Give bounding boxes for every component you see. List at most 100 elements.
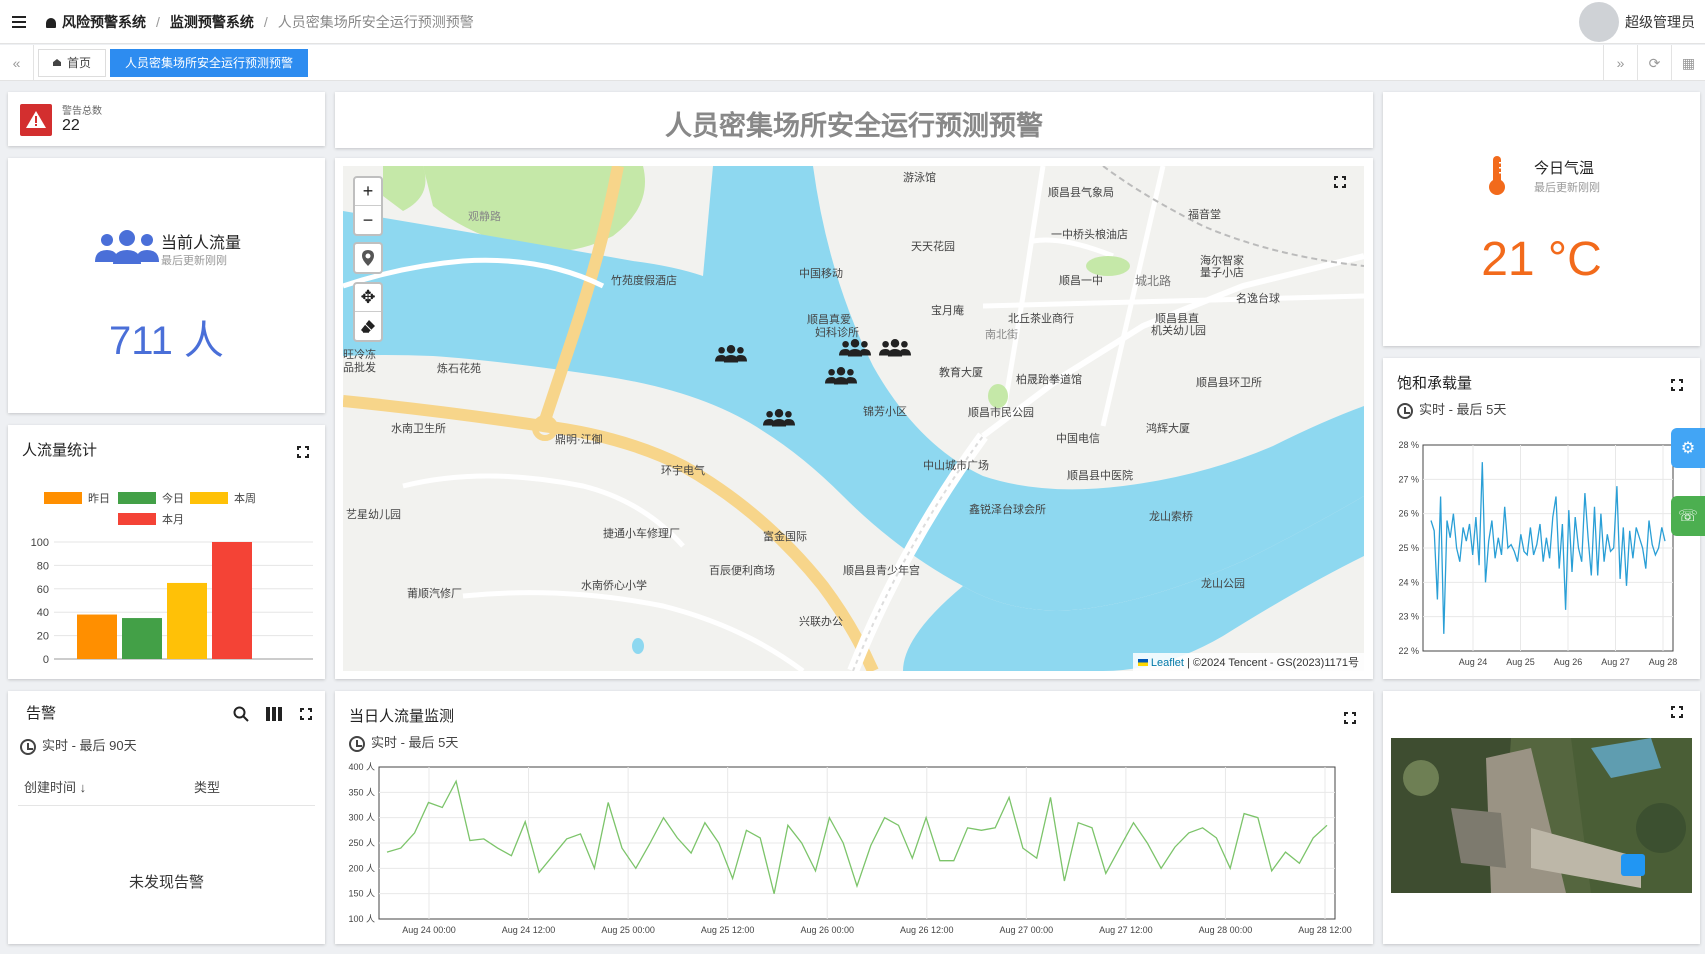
scroll-left-icon[interactable]: « <box>0 44 34 81</box>
legend-label: 本月 <box>162 512 184 526</box>
y-tick-label: 100 <box>31 537 49 549</box>
fullscreen-icon[interactable] <box>1671 379 1683 391</box>
legend-swatch <box>118 492 156 504</box>
zoom-in-button[interactable]: + <box>355 178 381 206</box>
leaflet-link[interactable]: Leaflet <box>1151 657 1184 669</box>
map-label[interactable]: 中国电信 <box>1056 430 1100 446</box>
crowd-marker-icon[interactable] <box>879 338 911 358</box>
breadcrumb-item-risk[interactable]: 风险预警系统 <box>62 12 146 32</box>
fullscreen-icon[interactable] <box>300 708 312 720</box>
map-label[interactable]: 观静路 <box>468 208 501 224</box>
map-label[interactable]: 捷通小车修理厂 <box>603 525 680 541</box>
current-flow-title: 当前人流量 <box>161 235 242 252</box>
map-label[interactable]: 百辰便利商场 <box>709 562 775 578</box>
column-header-type[interactable]: 类型 <box>194 777 220 796</box>
crowd-marker-icon[interactable] <box>763 408 795 428</box>
map-label[interactable]: 游泳馆 <box>903 169 936 185</box>
map-label[interactable]: 量子小店 <box>1200 264 1244 280</box>
map-label[interactable]: 一中桥头桹油店 <box>1051 226 1128 242</box>
current-flow-card: 当前人流量 最后更新刚刚 711 人 <box>8 158 325 413</box>
map-label[interactable]: 炼石花苑 <box>437 360 481 376</box>
x-tick-label: Aug 26 00:00 <box>800 925 854 935</box>
crowd-marker-icon[interactable] <box>715 344 747 364</box>
x-tick-label: Aug 27 <box>1601 657 1630 667</box>
map-label[interactable]: 艺星幼儿园 <box>346 506 401 522</box>
map-label[interactable]: 福音堂 <box>1188 206 1221 222</box>
map-label[interactable]: 天天花园 <box>911 238 955 254</box>
map-label[interactable]: 教育大厦 <box>939 364 983 380</box>
map-attribution: Leaflet | ©2024 Tencent - GS(2023)1171号 <box>1132 653 1364 671</box>
map-label[interactable]: 水南卫生所 <box>391 420 446 436</box>
search-icon[interactable] <box>233 706 249 722</box>
user-name[interactable]: 超级管理员 <box>1625 12 1695 32</box>
map-label[interactable]: 鼎明·江御 <box>555 431 603 447</box>
zoom-out-button[interactable]: − <box>355 206 381 234</box>
map-label[interactable]: 城北路 <box>1135 272 1171 289</box>
x-tick-label: Aug 25 00:00 <box>601 925 655 935</box>
map-label[interactable]: 龙山公园 <box>1201 575 1245 591</box>
map-label[interactable]: 宝月庵 <box>931 302 964 318</box>
map-label[interactable]: 中山城市广场 <box>923 457 989 473</box>
map-label[interactable]: 顺昌一中 <box>1059 272 1103 288</box>
map-label[interactable]: 中国移动 <box>799 265 843 281</box>
map-label[interactable]: 顺昌县环卫所 <box>1196 374 1262 390</box>
bar <box>122 618 162 659</box>
y-tick-label: 40 <box>37 607 49 619</box>
map-label[interactable]: 鑫锐泽台球会所 <box>969 501 1046 517</box>
tab-home[interactable]: 首页 <box>38 48 107 77</box>
assistant-button[interactable]: ☏ <box>1671 496 1705 536</box>
scroll-right-icon[interactable]: » <box>1603 45 1637 81</box>
map[interactable]: 游泳馆 顺昌县气象局 福音堂 观静路 一中桥头桹油店 天天花园 海尔智家 量子小店 竹苑度假酒店… <box>343 166 1364 671</box>
map-label[interactable]: 水南侨心小学 <box>581 577 647 593</box>
map-label[interactable]: 兴联办公 <box>799 613 843 629</box>
map-label[interactable]: 富金国际 <box>763 528 807 544</box>
map-label[interactable]: 机关幼儿园 <box>1151 322 1206 338</box>
eraser-icon[interactable] <box>355 312 381 340</box>
fullscreen-icon[interactable] <box>297 446 309 458</box>
map-label[interactable]: 环宇电气 <box>661 462 705 478</box>
map-label[interactable]: 顺昌县青少年宫 <box>843 562 920 578</box>
map-label[interactable]: 莆顺汽修厂 <box>407 585 462 601</box>
fullscreen-icon[interactable] <box>1671 706 1683 718</box>
daily-monitor-title: 当日人流量监测 <box>349 708 455 725</box>
fullscreen-icon[interactable] <box>1344 712 1356 724</box>
refresh-icon[interactable]: ⟳ <box>1637 45 1671 81</box>
bar <box>167 582 207 659</box>
bar <box>212 542 252 659</box>
tab-crowd-warning[interactable]: 人员密集场所安全运行预测预警 <box>110 48 309 77</box>
move-icon[interactable]: ✥ <box>355 284 381 312</box>
map-label[interactable]: 顺昌市民公园 <box>968 404 1034 420</box>
alarms-range: 实时 - 最后 90天 <box>20 735 137 755</box>
map-label[interactable]: 竹苑度假酒店 <box>611 272 677 288</box>
column-header-time[interactable]: 创建时间 ↓ <box>24 777 86 796</box>
map-label[interactable]: 北丘茶业商行 <box>1008 310 1074 326</box>
map-label[interactable]: 顺昌县气象局 <box>1048 184 1114 200</box>
map-label[interactable]: 名逸台球 <box>1236 290 1280 306</box>
crowd-marker-icon[interactable] <box>839 338 871 358</box>
avatar[interactable] <box>1579 2 1619 42</box>
bar <box>77 614 117 659</box>
map-label[interactable]: 品批发 <box>343 359 376 375</box>
grid-icon[interactable]: ▦ <box>1671 45 1705 81</box>
breadcrumb-item-monitor[interactable]: 监测预警系统 <box>170 12 254 32</box>
map-tiles[interactable] <box>343 166 1364 671</box>
page-title-card: 人员密集场所安全运行预测预警 <box>335 92 1373 148</box>
x-tick-label: Aug 25 12:00 <box>701 925 755 935</box>
map-pin-icon[interactable] <box>355 244 381 272</box>
y-tick-label: 100 人 <box>348 914 375 924</box>
map-label[interactable]: 顺昌县中医院 <box>1067 467 1133 483</box>
crowd-marker-icon[interactable] <box>825 366 857 386</box>
map-label[interactable]: 柏晟跆拳道馆 <box>1016 371 1082 387</box>
map-label[interactable]: 龙山索桥 <box>1149 508 1193 524</box>
menu-toggle-icon[interactable] <box>2 0 36 44</box>
settings-button[interactable]: ⚙ <box>1671 428 1705 468</box>
map-label[interactable]: 南北街 <box>985 326 1018 342</box>
legend-label: 今日 <box>162 491 184 505</box>
map-fullscreen-icon[interactable] <box>1334 176 1346 188</box>
map-label[interactable]: 鸿辉大厦 <box>1146 420 1190 436</box>
columns-icon[interactable] <box>266 707 282 721</box>
y-tick-label: 60 <box>37 584 49 596</box>
camera-video[interactable] <box>1391 738 1692 893</box>
user-menu[interactable]: 超级管理员 <box>1579 0 1695 44</box>
map-label[interactable]: 锦芳小区 <box>863 403 907 419</box>
